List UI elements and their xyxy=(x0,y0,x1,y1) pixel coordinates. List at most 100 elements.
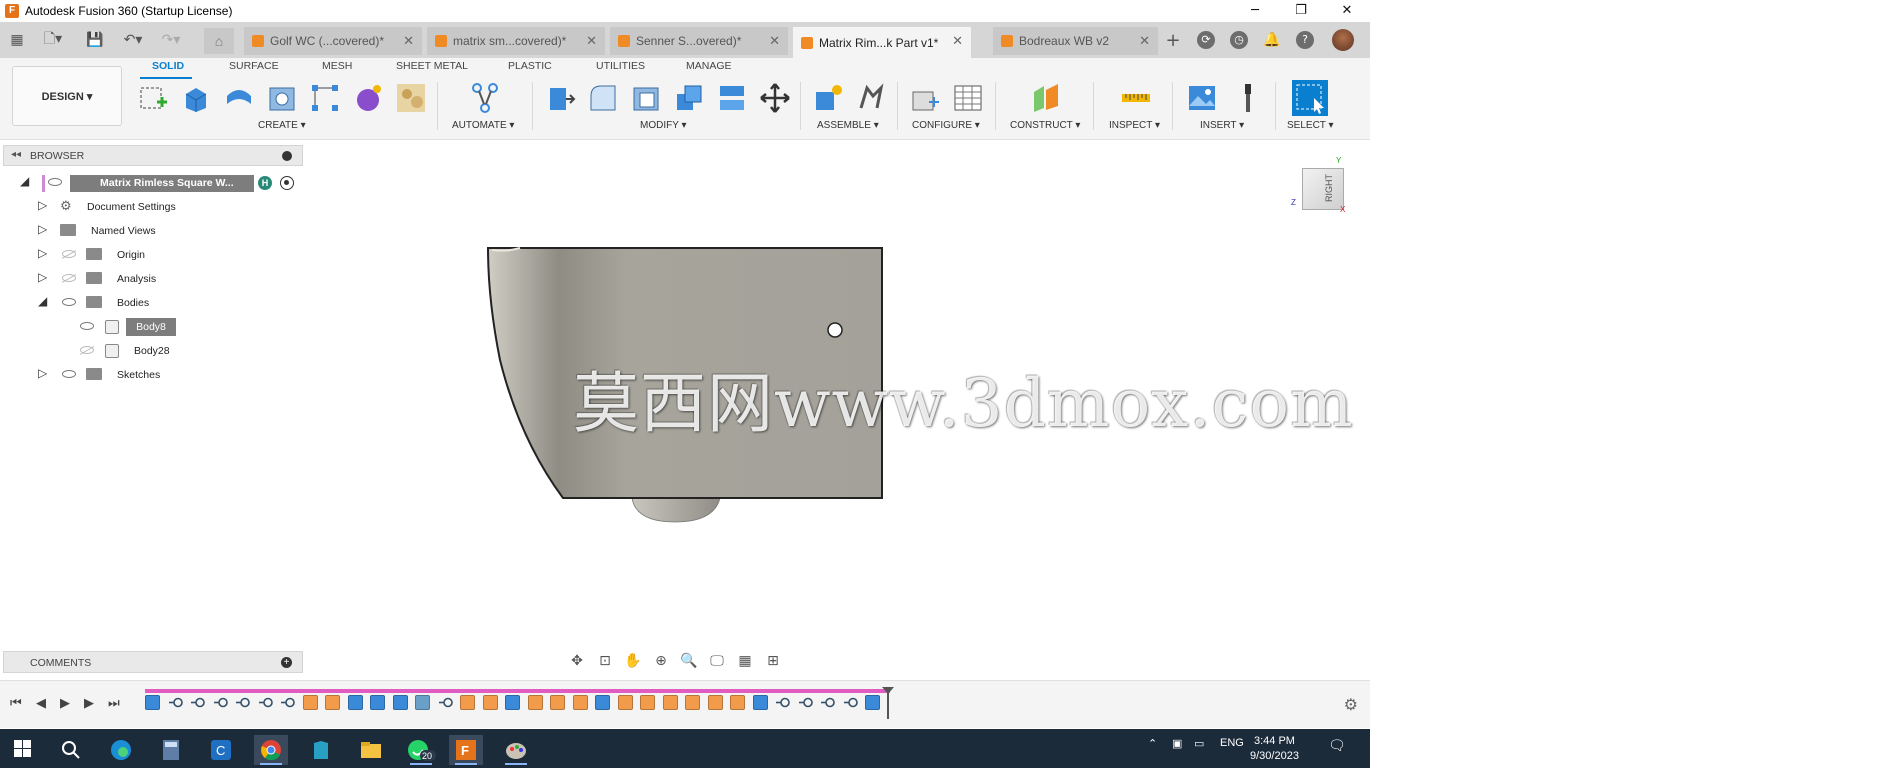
home-tab-icon[interactable]: ⌂ xyxy=(204,28,234,54)
grid-snaps-icon[interactable]: ▦ xyxy=(734,651,756,671)
tab-close-icon[interactable]: ✕ xyxy=(952,33,963,49)
tree-item-body8[interactable]: Body8 xyxy=(0,318,304,337)
tab-close-icon[interactable]: ✕ xyxy=(769,33,780,49)
timeline-feature-icon[interactable] xyxy=(213,695,228,710)
tab-close-icon[interactable]: ✕ xyxy=(586,33,597,49)
calculator-icon[interactable] xyxy=(154,735,188,765)
tab-utilities[interactable]: UTILITIES xyxy=(596,60,645,76)
chrome-icon[interactable] xyxy=(254,735,288,765)
timeline-feature-icon[interactable] xyxy=(438,695,453,710)
timeline-first-icon[interactable]: ⏮ xyxy=(10,696,22,711)
timeline-feature-icon[interactable] xyxy=(662,695,678,710)
tab-plastic[interactable]: PLASTIC xyxy=(508,60,552,76)
notifications-icon[interactable]: 🗨 xyxy=(1328,737,1346,754)
timeline-play-icon[interactable]: ▶ xyxy=(60,696,70,711)
visibility-eye-icon[interactable] xyxy=(48,178,62,186)
timeline-track[interactable] xyxy=(145,689,890,693)
edge-browser-icon[interactable] xyxy=(104,735,138,765)
orbit-icon[interactable]: ✥ xyxy=(566,651,588,671)
select-group-label[interactable]: SELECT ▾ xyxy=(1287,120,1334,131)
measure-icon[interactable] xyxy=(1120,82,1152,114)
inspect-group-label[interactable]: INSPECT ▾ xyxy=(1109,120,1160,131)
fillet-icon[interactable] xyxy=(587,82,619,114)
configure-group-label[interactable]: CONFIGURE ▾ xyxy=(912,120,980,131)
tab-close-icon[interactable]: ✕ xyxy=(403,33,414,49)
taskbar-clock[interactable]: 3:44 PM 9/30/2023 xyxy=(1250,734,1299,764)
tree-item-sketches[interactable]: ▷ Sketches xyxy=(0,366,304,385)
new-component-icon[interactable] xyxy=(812,82,844,114)
viewcube[interactable]: RIGHT xyxy=(1302,168,1344,210)
assemble-group-label[interactable]: ASSEMBLE ▾ xyxy=(817,120,879,131)
tab-close-icon[interactable]: ✕ xyxy=(1139,33,1150,49)
tab-surface[interactable]: SURFACE xyxy=(229,60,279,76)
automate-group-label[interactable]: AUTOMATE ▾ xyxy=(452,120,514,131)
data-panel-grid-icon[interactable]: ▦ xyxy=(6,28,28,52)
tab-matrix-rimless[interactable]: Matrix Rim...k Part v1* ✕ xyxy=(793,27,971,58)
timeline-last-icon[interactable]: ⏭ xyxy=(108,696,120,711)
activate-target-icon[interactable] xyxy=(280,176,294,190)
fusion-taskbar-icon[interactable]: F xyxy=(449,735,483,765)
pattern-icon[interactable] xyxy=(309,82,341,114)
help-icon[interactable]: ? xyxy=(1296,31,1314,49)
shell-icon[interactable] xyxy=(630,82,662,114)
timeline-feature-icon[interactable] xyxy=(685,695,700,710)
timeline-feature-icon[interactable] xyxy=(820,695,835,710)
workspace-switcher-button[interactable]: DESIGN ▾ xyxy=(12,66,122,126)
expanded-triangle-icon[interactable]: ◢ xyxy=(20,174,29,188)
collapsed-triangle-icon[interactable]: ▷ xyxy=(38,366,47,380)
timeline-feature-icon[interactable] xyxy=(168,695,183,710)
timeline-feature-icon[interactable] xyxy=(190,695,205,710)
extrude-icon[interactable] xyxy=(180,82,212,114)
look-at-icon[interactable]: ⊡ xyxy=(594,651,616,671)
construct-group-label[interactable]: CONSTRUCT ▾ xyxy=(1010,120,1080,131)
tab-solid[interactable]: SOLID xyxy=(152,60,184,76)
timeline-feature-icon[interactable] xyxy=(460,695,475,710)
tab-golf-wc[interactable]: Golf WC (...covered)* ✕ xyxy=(244,27,422,55)
collapse-panel-icon[interactable]: ◂◂ xyxy=(11,149,21,160)
hidden-eye-icon[interactable] xyxy=(62,274,76,282)
decal-icon[interactable] xyxy=(395,82,427,114)
timeline-feature-icon[interactable] xyxy=(145,695,160,710)
collapsed-triangle-icon[interactable]: ▷ xyxy=(38,198,47,212)
windows-start-icon[interactable] xyxy=(14,740,31,757)
orbit-center-marker-icon[interactable] xyxy=(827,322,843,338)
visibility-eye-icon[interactable] xyxy=(80,322,94,330)
timeline-prev-icon[interactable]: ◀ xyxy=(36,696,46,711)
history-clock-icon[interactable]: ◷ xyxy=(1230,31,1248,49)
tree-root-row[interactable]: ◢ Matrix Rimless Square W... H xyxy=(0,174,304,193)
tab-matrix-sm[interactable]: matrix sm...covered)* ✕ xyxy=(427,27,605,55)
input-language[interactable]: ENG xyxy=(1220,737,1244,749)
timeline-feature-icon[interactable] xyxy=(595,695,610,710)
timeline-feature-icon[interactable] xyxy=(527,695,543,710)
tab-manage[interactable]: MANAGE xyxy=(686,60,732,76)
timeline-feature-icon[interactable] xyxy=(235,695,250,710)
timeline-next-icon[interactable]: ▶ xyxy=(84,696,94,711)
tree-item-origin[interactable]: ▷ Origin xyxy=(0,246,304,265)
job-status-icon[interactable]: ⟳ xyxy=(1197,31,1215,49)
insert-image-icon[interactable] xyxy=(1186,82,1218,114)
configuration-table-icon[interactable] xyxy=(952,82,984,114)
timeline-feature-icon[interactable] xyxy=(640,695,655,710)
create-group-label[interactable]: CREATE ▾ xyxy=(258,120,306,131)
timeline-feature-icon[interactable] xyxy=(707,695,723,710)
timeline-feature-icon[interactable] xyxy=(415,695,430,710)
tab-sheet-metal[interactable]: SHEET METAL xyxy=(396,60,468,76)
redo-icon[interactable]: ↷▾ xyxy=(156,28,186,52)
timeline-feature-icon[interactable] xyxy=(730,695,745,710)
split-body-icon[interactable] xyxy=(716,82,748,114)
tree-item-analysis[interactable]: ▷ Analysis xyxy=(0,270,304,289)
timeline-feature-icon[interactable] xyxy=(370,695,385,710)
timeline-feature-icon[interactable] xyxy=(258,695,273,710)
timeline-feature-icon[interactable] xyxy=(865,695,880,710)
display-settings-icon[interactable]: 🖵 xyxy=(706,651,728,671)
insert-group-label[interactable]: INSERT ▾ xyxy=(1200,120,1244,131)
notifications-bell-icon[interactable]: 🔔 xyxy=(1263,31,1281,49)
close-button[interactable]: ✕ xyxy=(1324,0,1370,22)
restore-button[interactable]: ❐ xyxy=(1278,0,1324,22)
insert-mcmaster-icon[interactable] xyxy=(1232,82,1264,114)
move-copy-icon[interactable] xyxy=(759,82,791,114)
timeline-feature-icon[interactable] xyxy=(752,695,768,710)
joint-icon[interactable] xyxy=(855,82,887,114)
configure-icon[interactable] xyxy=(909,82,941,114)
tray-chevron-up-icon[interactable]: ⌃ xyxy=(1148,737,1157,750)
